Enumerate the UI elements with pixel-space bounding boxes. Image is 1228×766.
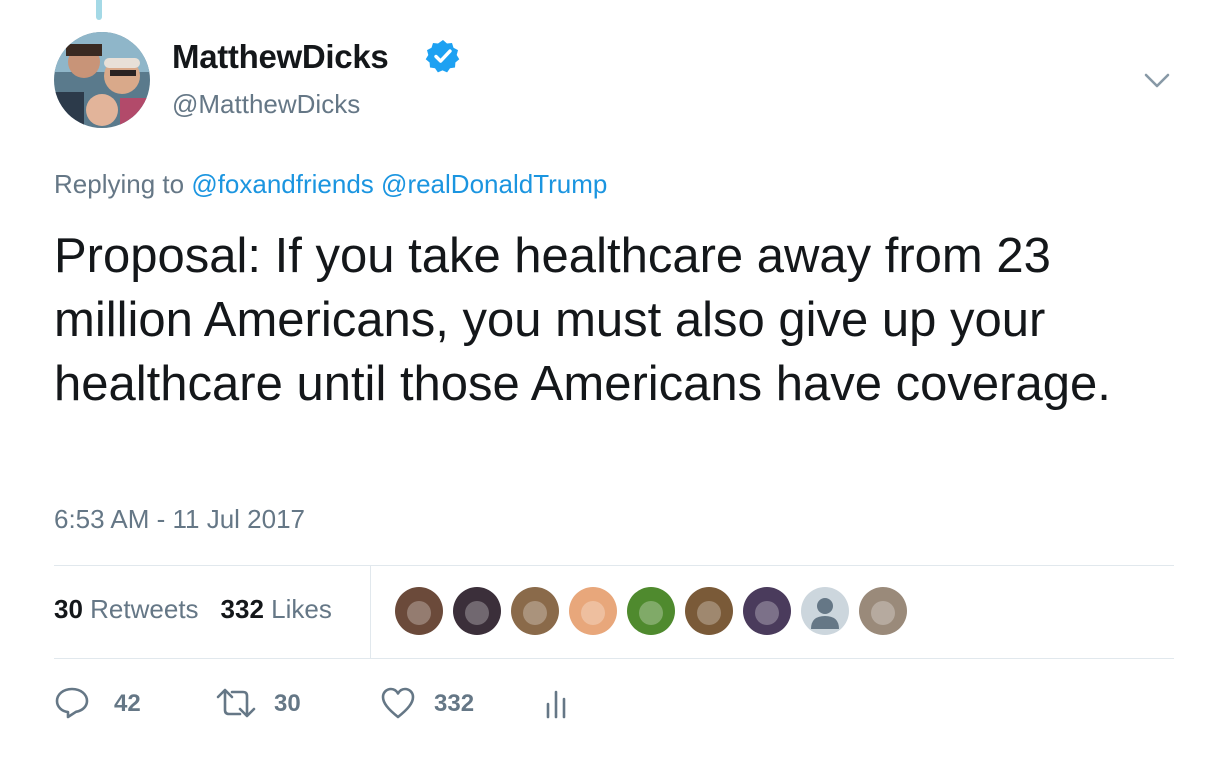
retweets-label: Retweets bbox=[90, 594, 199, 624]
mention-link-realdonaldtrump[interactable]: @realDonaldTrump bbox=[381, 169, 607, 199]
tweet-actions: 42 30 332 bbox=[54, 682, 754, 726]
heart-icon bbox=[381, 687, 415, 719]
retweets-count: 30 bbox=[54, 594, 83, 624]
likes-label: Likes bbox=[271, 594, 332, 624]
liker-avatar-group bbox=[685, 587, 733, 635]
thread-connector-line bbox=[96, 0, 102, 20]
liker-avatar-dog bbox=[395, 587, 443, 635]
tweet-text: Proposal: If you take healthcare away fr… bbox=[54, 229, 1111, 411]
divider-bottom bbox=[54, 658, 1174, 659]
replying-to-line: Replying to @foxandfriends @realDonaldTr… bbox=[54, 169, 607, 200]
like-count: 332 bbox=[434, 690, 475, 717]
liker-avatar[interactable] bbox=[569, 587, 617, 635]
tweet-timestamp[interactable]: 6:53 AM - 11 Jul 2017 bbox=[54, 504, 305, 535]
liker-avatar-purple-hair bbox=[743, 587, 791, 635]
liker-avatar[interactable] bbox=[859, 587, 907, 635]
liker-avatar-woman bbox=[511, 587, 559, 635]
liker-avatar-animal bbox=[859, 587, 907, 635]
reply-count: 42 bbox=[114, 690, 141, 717]
liker-avatar-dogs bbox=[453, 587, 501, 635]
likes-stat[interactable]: 332 Likes bbox=[221, 594, 332, 624]
replying-to-label: Replying to bbox=[54, 169, 185, 199]
liker-avatar-redhead bbox=[569, 587, 617, 635]
liker-avatar[interactable] bbox=[685, 587, 733, 635]
retweet-count: 30 bbox=[274, 690, 301, 717]
mention-link-foxandfriends[interactable]: @foxandfriends bbox=[191, 169, 374, 199]
author-display-name[interactable]: MatthewDicks bbox=[172, 38, 389, 76]
engagement-stats: 30 Retweets 332 Likes bbox=[54, 594, 332, 625]
liker-avatar[interactable] bbox=[395, 587, 443, 635]
author-avatar[interactable] bbox=[54, 32, 150, 128]
verified-badge-icon bbox=[425, 40, 460, 73]
liker-avatar[interactable] bbox=[627, 587, 675, 635]
divider-vertical bbox=[370, 566, 371, 658]
analytics-icon bbox=[546, 690, 566, 719]
liker-avatar-default bbox=[801, 587, 849, 635]
liker-avatar[interactable] bbox=[801, 587, 849, 635]
liker-avatar-green-monster bbox=[627, 587, 675, 635]
divider-top bbox=[54, 565, 1174, 566]
liker-avatar[interactable] bbox=[511, 587, 559, 635]
avatar-photo-icon bbox=[54, 32, 150, 128]
retweet-icon bbox=[216, 688, 256, 718]
author-handle[interactable]: @MatthewDicks bbox=[172, 89, 360, 120]
likes-count: 332 bbox=[220, 594, 264, 624]
reply-icon bbox=[55, 687, 89, 719]
retweets-stat[interactable]: 30 Retweets bbox=[54, 594, 199, 624]
liker-avatar[interactable] bbox=[453, 587, 501, 635]
liker-avatar[interactable] bbox=[743, 587, 791, 635]
chevron-down-icon[interactable] bbox=[1142, 68, 1172, 92]
